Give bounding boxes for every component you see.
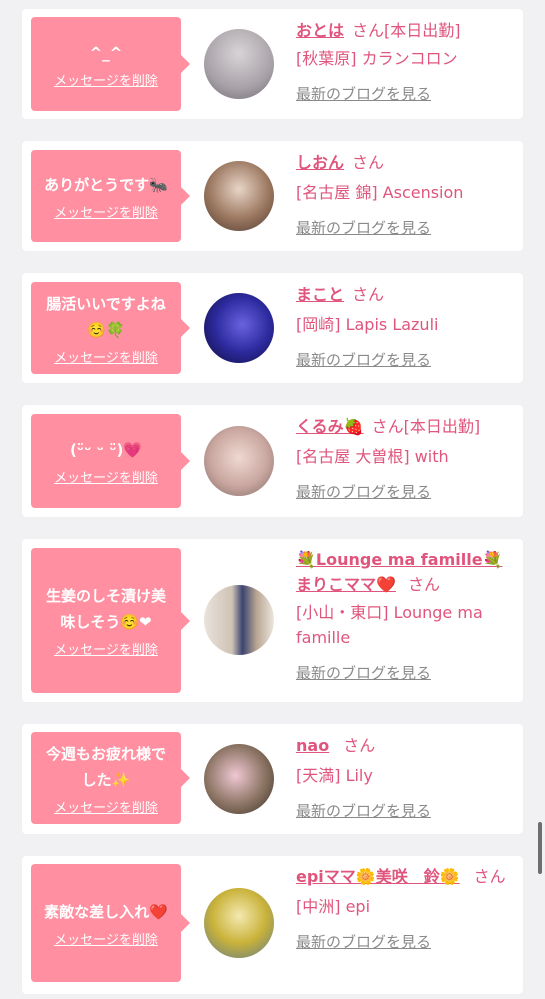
message-bubble: 素敵な差し入れ❤️ メッセージを削除 <box>31 864 190 982</box>
avatar[interactable] <box>204 161 274 231</box>
cast-name-link[interactable]: 💐Lounge ma famille💐 <box>296 550 502 569</box>
shop-name: [中洲] epi <box>296 897 371 916</box>
shop-name: [秋葉原] カランコロン <box>296 49 458 68</box>
status-badge: [本日出勤] <box>403 417 481 436</box>
message-bubble: 腸活いいですよね ☺️🍀 メッセージを削除 <box>31 282 190 374</box>
cast-name-link[interactable]: しおん <box>296 153 344 172</box>
avatar[interactable] <box>204 585 274 655</box>
message-bubble: 生姜のしそ漬け美味しそう☺️❤ メッセージを削除 <box>31 548 190 693</box>
delete-message-link[interactable]: メッセージを削除 <box>54 929 158 948</box>
latest-blog-link[interactable]: 最新のブログを見る <box>296 799 514 824</box>
honorific: さん <box>352 153 385 172</box>
message-text: 素敵な差し入れ❤️ <box>44 902 168 921</box>
cast-name-link-line2[interactable]: まりこママ❤️ <box>296 575 396 594</box>
delete-message-link[interactable]: メッセージを削除 <box>54 347 158 366</box>
latest-blog-link[interactable]: 最新のブログを見る <box>296 348 514 373</box>
delete-message-link[interactable]: メッセージを削除 <box>54 70 158 89</box>
shop-name: [岡崎] Lapis Lazuli <box>296 315 439 334</box>
message-bubble: (ᵕ̈ᵕ ᵕ ᵕ̈)💗 メッセージを削除 <box>31 414 190 508</box>
honorific: さん <box>352 285 385 304</box>
honorific: さん <box>371 417 404 436</box>
honorific: さん <box>407 575 440 594</box>
message-bubble: 今週もお疲れ様でした✨ メッセージを削除 <box>31 732 190 824</box>
cast-name-link[interactable]: くるみ🍓 <box>296 417 364 436</box>
message-bubble: ^_^ メッセージを削除 <box>31 17 190 111</box>
shop-name: [天満] Lily <box>296 766 373 785</box>
message-text: ^_^ <box>89 43 123 62</box>
message-card: 今週もお疲れ様でした✨ メッセージを削除 nao さん [天満] Lily 最新の… <box>22 724 523 834</box>
avatar[interactable] <box>204 293 274 363</box>
status-badge: [本日出勤] <box>384 21 461 40</box>
delete-message-link[interactable]: メッセージを削除 <box>54 202 158 221</box>
message-bubble: ありがとうです🐜 メッセージを削除 <box>31 150 190 242</box>
honorific: さん <box>352 21 385 40</box>
avatar[interactable] <box>204 426 274 496</box>
message-card: (ᵕ̈ᵕ ᵕ ᵕ̈)💗 メッセージを削除 くるみ🍓 さん[本日出勤] [名古屋 大… <box>22 405 523 517</box>
latest-blog-link[interactable]: 最新のブログを見る <box>296 216 514 241</box>
message-text: 生姜のしそ漬け美味しそう☺️❤ <box>45 587 166 631</box>
latest-blog-link[interactable]: 最新のブログを見る <box>296 480 514 505</box>
message-card: 腸活いいですよね ☺️🍀 メッセージを削除 まこと さん [岡崎] Lapis L… <box>22 273 523 383</box>
avatar[interactable] <box>204 888 274 958</box>
cast-name-link[interactable]: nao <box>296 736 329 755</box>
message-text: (ᵕ̈ᵕ ᵕ ᵕ̈)💗 <box>69 440 143 459</box>
latest-blog-link[interactable]: 最新のブログを見る <box>296 82 514 107</box>
cast-name-link[interactable]: おとは <box>296 21 344 40</box>
delete-message-link[interactable]: メッセージを削除 <box>54 797 158 816</box>
delete-message-link[interactable]: メッセージを削除 <box>54 639 158 658</box>
cast-name-link[interactable]: epiママ🌼美咲 鈴🌼 <box>296 867 460 886</box>
message-text: 腸活いいですよね ☺️🍀 <box>46 294 166 339</box>
latest-blog-link[interactable]: 最新のブログを見る <box>296 930 514 955</box>
message-card: 生姜のしそ漬け美味しそう☺️❤ メッセージを削除 💐Lounge ma fami… <box>22 539 523 702</box>
message-text: 今週もお疲れ様でした✨ <box>45 744 166 789</box>
latest-blog-link[interactable]: 最新のブログを見る <box>296 661 514 686</box>
cast-name-link[interactable]: まこと <box>296 285 344 304</box>
delete-message-link[interactable]: メッセージを削除 <box>54 467 158 486</box>
shop-name: [名古屋 錦] Ascension <box>296 183 464 202</box>
scrollbar[interactable] <box>538 822 542 874</box>
shop-name: [小山・東口] Lounge ma famille <box>296 603 483 647</box>
honorific: さん <box>473 867 506 886</box>
message-text: ありがとうです🐜 <box>44 175 168 194</box>
message-card: ^_^ メッセージを削除 おとは さん[本日出勤] [秋葉原] カランコロン 最新… <box>22 9 523 119</box>
avatar[interactable] <box>204 744 274 814</box>
honorific: さん <box>343 736 376 755</box>
message-card: 素敵な差し入れ❤️ メッセージを削除 epiママ🌼美咲 鈴🌼 さん [中洲] ep… <box>22 856 523 994</box>
shop-name: [名古屋 大曽根] with <box>296 447 449 466</box>
message-card: ありがとうです🐜 メッセージを削除 しおん さん [名古屋 錦] Ascensio… <box>22 141 523 251</box>
avatar[interactable] <box>204 29 274 99</box>
